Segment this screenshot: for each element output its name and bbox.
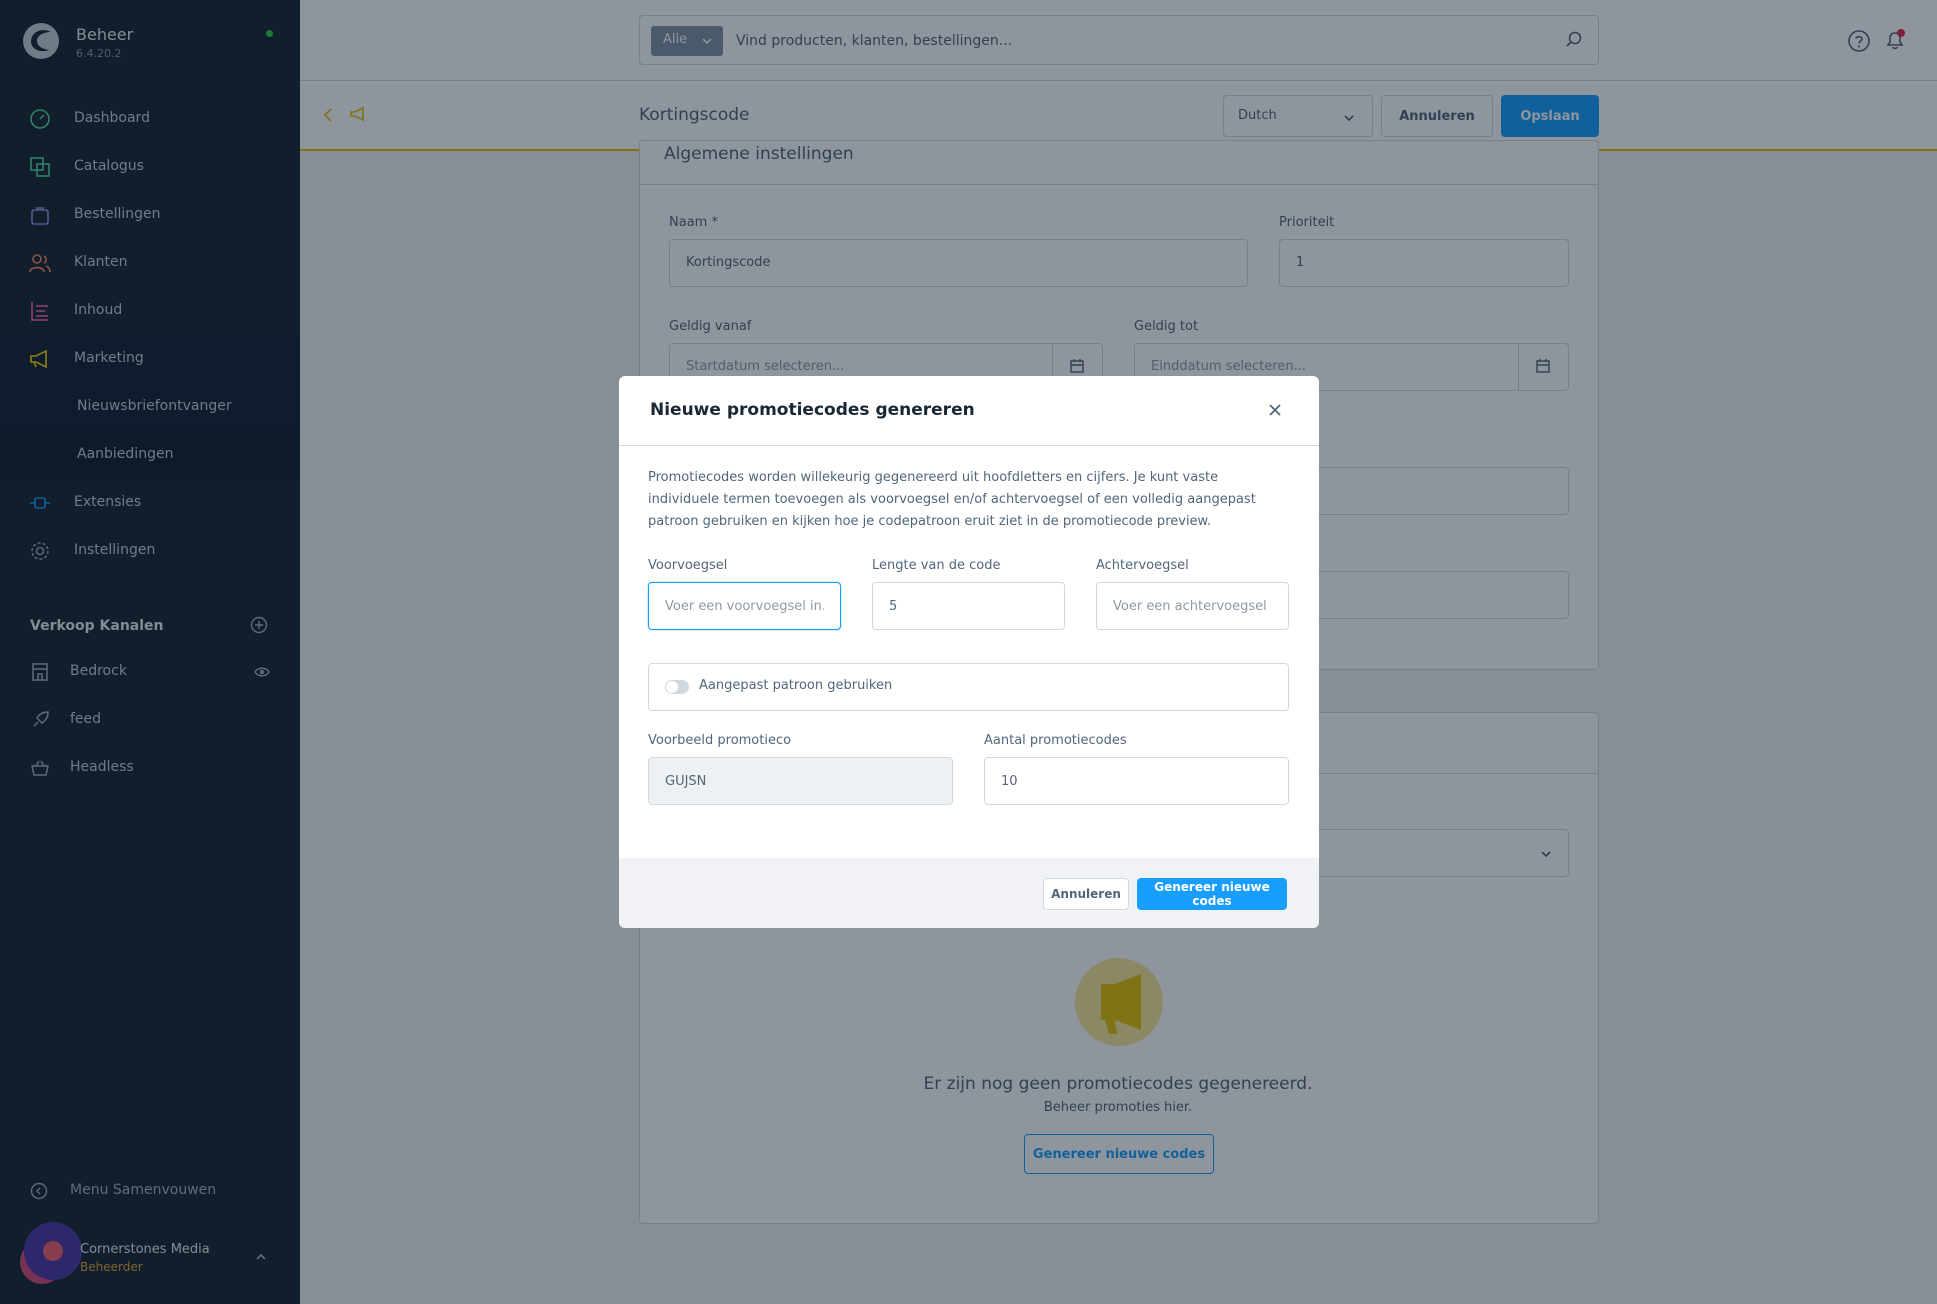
modal-footer: Annuleren Genereer nieuwe codes [619,858,1319,928]
modal-generate-button[interactable]: Genereer nieuwe codes [1137,878,1287,910]
close-icon[interactable] [1267,402,1283,418]
modal-title: Nieuwe promotiecodes genereren [650,400,975,420]
preview-input [648,757,953,805]
modal-cancel-button[interactable]: Annuleren [1043,878,1129,910]
custom-pattern-toggle[interactable] [665,680,689,694]
suffix-input[interactable] [1096,582,1289,630]
code-length-label: Lengte van de code [872,558,1001,573]
prefix-label: Voorvoegsel [648,558,728,573]
prefix-input[interactable] [648,582,841,630]
custom-pattern-label: Aangepast patroon gebruiken [699,678,893,693]
generate-codes-modal: Nieuwe promotiecodes genereren Promotiec… [619,376,1319,928]
code-count-input[interactable] [984,757,1289,805]
modal-description: Promotiecodes worden willekeurig gegener… [648,470,1256,529]
code-length-input[interactable] [872,582,1065,630]
preview-label: Voorbeeld promotieco [648,733,792,748]
custom-pattern-box: Aangepast patroon gebruiken [648,663,1289,711]
modal-header: Nieuwe promotiecodes genereren [619,376,1319,446]
suffix-label: Achtervoegsel [1096,558,1189,573]
code-count-label: Aantal promotiecodes [984,733,1127,748]
